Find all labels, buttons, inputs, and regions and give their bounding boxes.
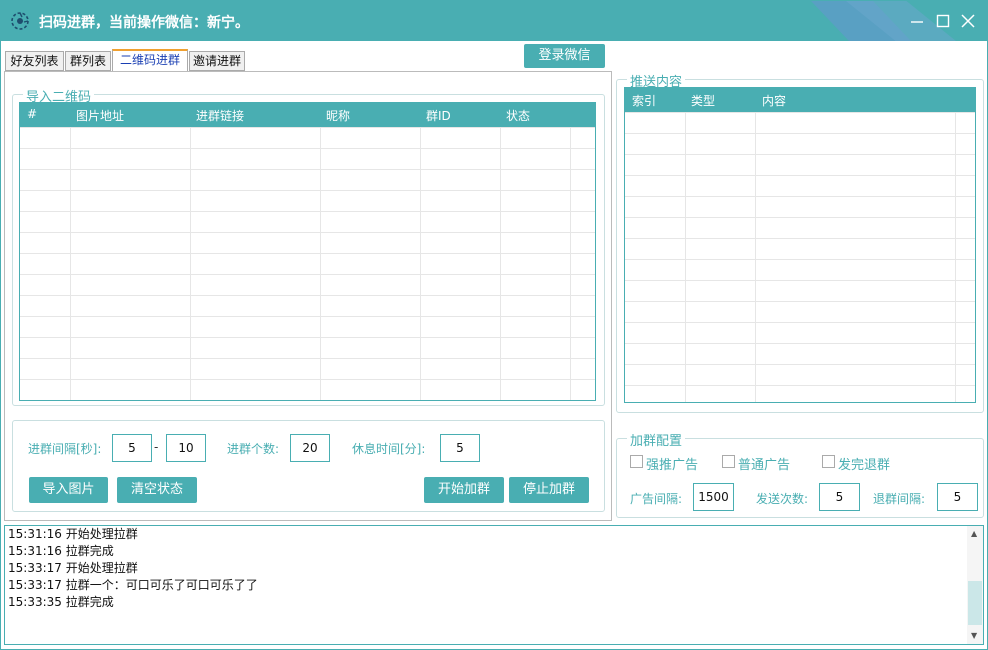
maximize-icon[interactable] — [933, 11, 953, 31]
clear-status-button[interactable]: 清空状态 — [117, 477, 197, 503]
qr-col-divider — [70, 127, 71, 400]
scroll-up-icon[interactable]: ▲ — [971, 529, 977, 538]
normal-ad-label[interactable]: 普通广告 — [738, 454, 790, 473]
stop-join-button[interactable]: 停止加群 — [509, 477, 589, 503]
push-table-header: 索引 类型 内容 — [625, 88, 975, 112]
qr-col-nickname[interactable]: 昵称 — [326, 107, 350, 124]
interval-separator: - — [154, 440, 159, 454]
push-col-divider — [955, 112, 956, 402]
normal-ad-checkbox[interactable] — [722, 455, 735, 468]
ad-interval-label: 广告间隔: — [630, 492, 683, 506]
log-line: 15:31:16 拉群完成 — [8, 544, 114, 558]
log-line: 15:33:17 开始处理拉群 — [8, 561, 138, 575]
interval-label: 进群间隔[秒]: — [28, 442, 102, 456]
main-window: 扫码进群，当前操作微信：新宁。 好友列表 群列表 二维码进群 邀请进群 登录微信… — [0, 0, 988, 650]
push-table-body[interactable] — [625, 112, 975, 402]
qr-table-body[interactable] — [20, 127, 595, 400]
send-count-input[interactable] — [819, 483, 860, 511]
push-col-type[interactable]: 类型 — [691, 92, 715, 109]
join-config-group: 加群配置 强推广告 普通广告 发完退群 广告间隔: 发送次数: 退群间隔: — [616, 430, 984, 518]
qr-table-header: # 图片地址 进群链接 昵称 群ID 状态 — [20, 103, 595, 127]
title-bar[interactable]: 扫码进群，当前操作微信：新宁。 — [1, 1, 987, 41]
qr-col-status[interactable]: 状态 — [506, 107, 530, 124]
force-ad-checkbox[interactable] — [630, 455, 643, 468]
quit-after-send-checkbox[interactable] — [822, 455, 835, 468]
tab-friend-list[interactable]: 好友列表 — [5, 51, 64, 71]
import-qr-group: 导入二维码 # 图片地址 进群链接 昵称 群ID 状态 — [12, 86, 605, 406]
qr-col-divider — [420, 127, 421, 400]
interval-max-input[interactable] — [166, 434, 206, 462]
window-title: 扫码进群，当前操作微信：新宁。 — [39, 15, 249, 31]
interval-min-input[interactable] — [112, 434, 152, 462]
qr-table[interactable]: # 图片地址 进群链接 昵称 群ID 状态 — [19, 102, 596, 401]
push-col-divider — [755, 112, 756, 402]
scroll-down-icon[interactable]: ▼ — [971, 631, 977, 640]
tab-group-list[interactable]: 群列表 — [65, 51, 111, 71]
ad-interval-input[interactable] — [693, 483, 734, 511]
quit-interval-input[interactable] — [937, 483, 978, 511]
push-content-group: 推送内容 索引 类型 内容 — [616, 71, 984, 413]
qr-col-group-id[interactable]: 群ID — [426, 107, 451, 124]
qr-col-divider — [320, 127, 321, 400]
push-content-table[interactable]: 索引 类型 内容 — [624, 87, 976, 403]
push-col-index[interactable]: 索引 — [632, 92, 656, 109]
qr-col-divider — [190, 127, 191, 400]
minimize-icon[interactable] — [907, 11, 927, 31]
send-count-label: 发送次数: — [756, 492, 809, 506]
login-wechat-button[interactable]: 登录微信 — [524, 44, 605, 68]
app-logo-icon — [11, 12, 29, 30]
qr-col-divider — [570, 127, 571, 400]
close-icon[interactable] — [958, 11, 978, 31]
join-config-group-title: 加群配置 — [627, 430, 686, 449]
join-count-input[interactable] — [290, 434, 330, 462]
qr-col-image-path[interactable]: 图片地址 — [76, 107, 124, 124]
qr-col-join-link[interactable]: 进群链接 — [196, 107, 244, 124]
quit-after-send-label[interactable]: 发完退群 — [838, 454, 890, 473]
tab-invite-join[interactable]: 邀请进群 — [189, 51, 245, 71]
tab-qrcode-join[interactable]: 二维码进群 — [112, 49, 188, 72]
start-join-button[interactable]: 开始加群 — [424, 477, 504, 503]
log-line: 15:31:16 开始处理拉群 — [8, 527, 138, 541]
log-scroll-thumb[interactable] — [968, 581, 982, 625]
log-line: 15:33:35 拉群完成 — [8, 595, 114, 609]
push-col-content[interactable]: 内容 — [762, 92, 786, 109]
rest-time-label: 休息时间[分]: — [352, 442, 426, 456]
qr-col-index[interactable]: # — [27, 107, 37, 121]
join-settings-group: 进群间隔[秒]: - 进群个数: 休息时间[分]: 导入图片 清空状态 开始加群… — [12, 420, 605, 512]
quit-interval-label: 退群间隔: — [873, 492, 926, 506]
rest-time-input[interactable] — [440, 434, 480, 462]
push-col-divider — [685, 112, 686, 402]
import-image-button[interactable]: 导入图片 — [29, 477, 108, 503]
tab-panel-qrcode: 导入二维码 # 图片地址 进群链接 昵称 群ID 状态 进群间隔[秒]: 5 -… — [4, 71, 612, 521]
log-textarea[interactable]: 15:31:16 开始处理拉群 15:31:16 拉群完成 15:33:17 开… — [4, 525, 984, 645]
join-count-label: 进群个数: — [227, 442, 280, 456]
log-line: 15:33:17 拉群一个：可口可乐了可口可乐了了 — [8, 578, 258, 592]
qr-col-divider — [500, 127, 501, 400]
log-scrollbar[interactable]: ▲ ▼ — [967, 526, 983, 644]
force-ad-label[interactable]: 强推广告 — [646, 454, 698, 473]
